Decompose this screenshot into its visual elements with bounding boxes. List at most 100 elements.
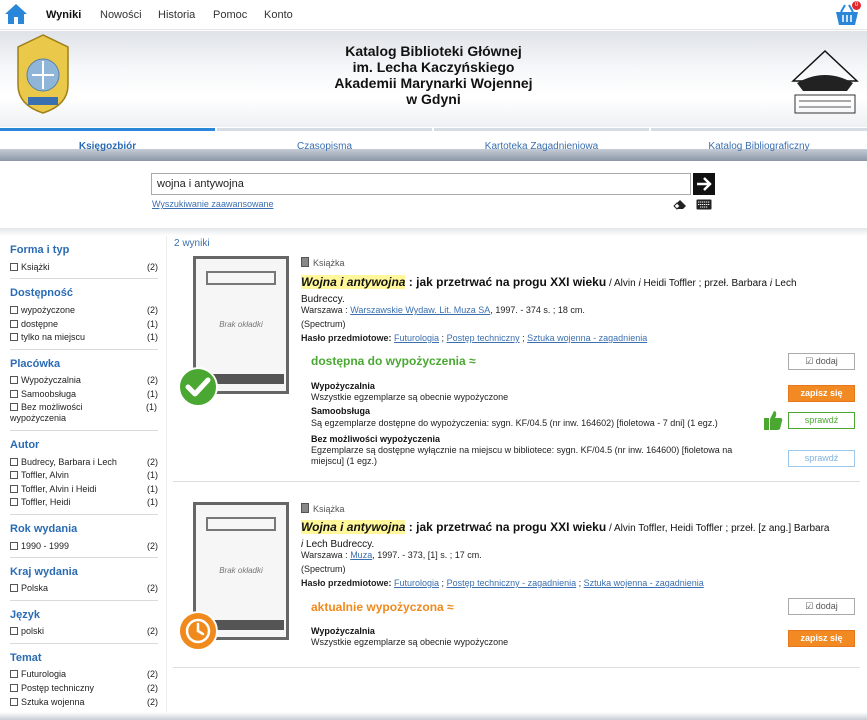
location-name: Samoobsługa <box>311 406 371 416</box>
record-separator <box>173 667 860 668</box>
facet-item[interactable]: Samoobsługa (1) <box>10 389 158 400</box>
academy-emblem-logo <box>17 34 69 114</box>
availability-status[interactable]: dostępna do wypożyczenia ≈ <box>311 354 476 368</box>
add-to-basket-button[interactable]: ☑ dodaj <box>788 353 855 370</box>
record-title[interactable]: Wojna i antywojna : jak przetrwać na pro… <box>301 275 829 307</box>
checkbox[interactable] <box>10 390 18 398</box>
location-description: Wszystkie egzemplarze są obecnie wypożyc… <box>311 392 509 402</box>
nav-wyniki[interactable]: Wyniki <box>46 9 81 21</box>
facet-item[interactable]: Bez możliwości wypożyczenia <box>10 402 118 424</box>
check-button[interactable]: sprawdź <box>788 450 855 467</box>
checkbox[interactable] <box>10 333 18 341</box>
facet-count: (1) <box>146 402 157 412</box>
location-description: Są egzemplarze dostępne do wypożyczenia:… <box>311 418 718 428</box>
cover-decoration <box>206 517 276 531</box>
facet-separator <box>10 430 158 431</box>
checkbox[interactable] <box>10 320 18 328</box>
facet-item[interactable]: Budrecy, Barbara i Lech (2) <box>10 457 158 468</box>
tab-katalog-bibliograficzny[interactable]: Katalog Bibliograficzny <box>651 128 867 154</box>
checkbox[interactable] <box>10 542 18 550</box>
checkbox[interactable] <box>10 670 18 678</box>
record-type: Książka <box>301 503 345 514</box>
availability-status[interactable]: aktualnie wypożyczona ≈ <box>311 600 454 614</box>
facet-item[interactable]: polski (2) <box>10 626 158 637</box>
tab-ksiegozbior[interactable]: Księgozbiór <box>0 128 215 154</box>
subject-link[interactable]: Postęp techniczny - zagadnienia <box>447 578 577 588</box>
tab-czasopisma[interactable]: Czasopisma <box>217 128 432 154</box>
checkbox[interactable] <box>10 684 18 692</box>
checkbox[interactable] <box>10 627 18 635</box>
facet-item[interactable]: Postęp techniczny (2) <box>10 683 158 694</box>
checkbox[interactable] <box>10 403 18 411</box>
keyboard-icon[interactable] <box>696 199 712 210</box>
facet-item[interactable]: Polska (2) <box>10 583 158 594</box>
nav-historia[interactable]: Historia <box>158 9 195 21</box>
facet-separator <box>10 600 158 601</box>
nav-pomoc[interactable]: Pomoc <box>213 9 247 21</box>
facet-item[interactable]: wypożyczone (2) <box>10 305 158 316</box>
reserve-button[interactable]: zapisz się <box>788 630 855 647</box>
top-navigation: Wyniki Nowości Historia Pomoc Konto 0 <box>0 0 867 30</box>
tab-kartoteka-zagadnieniowa[interactable]: Kartoteka Zagadnieniowa <box>434 128 649 154</box>
subject-link[interactable]: Sztuka wojenna - zagadnienia <box>527 333 647 343</box>
facet-item[interactable]: Sztuka wojenna (2) <box>10 697 158 708</box>
facet-item[interactable]: Toffler, Heidi (1) <box>10 497 158 508</box>
checkbox[interactable] <box>10 698 18 706</box>
facet-item[interactable]: dostępne (1) <box>10 319 158 330</box>
record-publication: Warszawa : Muza, 1997. - 373, [1] s. ; 1… <box>301 550 482 560</box>
record-title[interactable]: Wojna i antywojna : jak przetrwać na pro… <box>301 520 833 552</box>
section-divider <box>0 228 867 236</box>
record-subjects: Hasło przedmiotowe: Futurologia ; Postęp… <box>301 578 704 588</box>
thumbs-up-icon <box>764 411 783 430</box>
search-input[interactable] <box>151 173 691 195</box>
location-name: Bez możliwości wypożyczenia <box>311 434 441 444</box>
facet-title-placowka: Placówka <box>10 358 61 370</box>
checkbox[interactable] <box>10 306 18 314</box>
facet-item[interactable]: Toffler, Alvin i Heidi (1) <box>10 484 158 495</box>
facet-item[interactable]: tylko na miejscu (1) <box>10 332 158 343</box>
basket-count-badge: 0 <box>852 1 861 10</box>
checkbox[interactable] <box>10 458 18 466</box>
location-description: Wszystkie egzemplarze są obecnie wypożyc… <box>311 637 509 647</box>
check-button[interactable]: sprawdź <box>788 412 855 429</box>
reserve-button[interactable]: zapisz się <box>788 385 855 402</box>
location-description: Egzemplarze są dostępne wyłącznie na mie… <box>311 445 733 466</box>
facet-separator <box>10 514 158 515</box>
cover-decoration <box>206 271 276 285</box>
ex-libris-logo <box>791 49 859 114</box>
facet-title-forma: Forma i typ <box>10 244 70 256</box>
checkbox[interactable] <box>10 584 18 592</box>
subject-link[interactable]: Postęp techniczny <box>447 333 520 343</box>
results-count: 2 wyniki <box>174 238 210 249</box>
checkbox[interactable] <box>10 263 18 271</box>
eraser-icon[interactable] <box>673 198 687 210</box>
facet-title-temat: Temat <box>10 652 42 664</box>
add-to-basket-button[interactable]: ☑ dodaj <box>788 598 855 615</box>
subject-link[interactable]: Sztuka wojenna - zagadnienia <box>584 578 704 588</box>
library-title: Katalog Biblioteki Głównej im. Lecha Kac… <box>334 43 533 107</box>
nav-konto[interactable]: Konto <box>264 9 293 21</box>
facet-item[interactable]: Wypożyczalnia (2) <box>10 375 158 386</box>
facet-item[interactable]: Toffler, Alvin (1) <box>10 470 158 481</box>
advanced-search-link[interactable]: Wyszukiwanie zaawansowane <box>152 199 273 209</box>
checkbox[interactable] <box>10 471 18 479</box>
checkbox[interactable] <box>10 376 18 384</box>
nav-nowosci[interactable]: Nowości <box>100 9 142 21</box>
subject-link[interactable]: Futurologia <box>394 578 439 588</box>
publisher-link[interactable]: Muza <box>350 550 372 560</box>
facet-item[interactable]: Futurologia (2) <box>10 669 158 680</box>
subject-link[interactable]: Futurologia <box>394 333 439 343</box>
publisher-link[interactable]: Warszawskie Wydaw. Lit. Muza SA <box>350 305 490 315</box>
search-submit-button[interactable] <box>693 173 715 195</box>
facet-title-autor: Autor <box>10 439 40 451</box>
checkbox[interactable] <box>10 498 18 506</box>
record-publication: Warszawa : Warszawskie Wydaw. Lit. Muza … <box>301 305 585 315</box>
facet-item[interactable]: 1990 - 1999 (2) <box>10 541 158 552</box>
catalog-tabs: Księgozbiór Czasopisma Kartoteka Zagadni… <box>0 128 867 154</box>
facet-item[interactable]: Książki (2) <box>10 262 158 273</box>
facet-separator <box>10 349 158 350</box>
checkbox[interactable] <box>10 485 18 493</box>
home-icon[interactable] <box>4 3 28 25</box>
facet-separator <box>10 643 158 644</box>
on-loan-clock-icon <box>178 611 218 651</box>
